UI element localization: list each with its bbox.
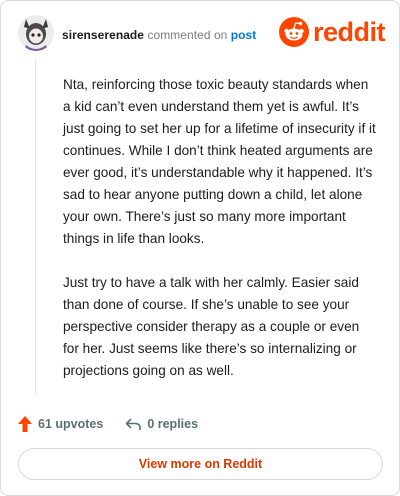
reddit-snoo-icon xyxy=(278,17,309,47)
comment-meta: sirenserenade commented on post xyxy=(62,28,256,42)
reddit-logo[interactable]: reddit xyxy=(278,17,386,47)
upvote-button[interactable]: 61 upvotes xyxy=(18,416,103,432)
upvote-arrow-icon xyxy=(18,416,32,432)
comment-header: sirenserenade commented on post reddit xyxy=(18,15,386,55)
view-more-button[interactable]: View more on Reddit xyxy=(18,448,383,480)
reply-count: 0 replies xyxy=(147,417,199,431)
comment-paragraph: Nta, reinforcing those toxic beauty stan… xyxy=(63,77,376,246)
reply-button[interactable]: 0 replies xyxy=(125,417,198,431)
avatar[interactable] xyxy=(18,15,54,51)
reddit-wordmark: reddit xyxy=(312,17,386,47)
comment-paragraph: Just try to have a talk with her calmly.… xyxy=(63,275,360,378)
reply-icon xyxy=(125,417,142,431)
upvote-count: 61 upvotes xyxy=(38,417,104,431)
thread-line[interactable] xyxy=(35,59,36,395)
comment-body: Nta, reinforcing those toxic beauty stan… xyxy=(63,74,377,404)
post-link[interactable]: post xyxy=(231,28,257,42)
action-text: commented on xyxy=(147,28,228,42)
comment-actions: 61 upvotes 0 replies xyxy=(18,414,198,434)
username-link[interactable]: sirenserenade xyxy=(62,28,144,42)
comment-embed-card: sirenserenade commented on post reddit N… xyxy=(0,0,400,496)
avatar-image xyxy=(18,15,54,51)
